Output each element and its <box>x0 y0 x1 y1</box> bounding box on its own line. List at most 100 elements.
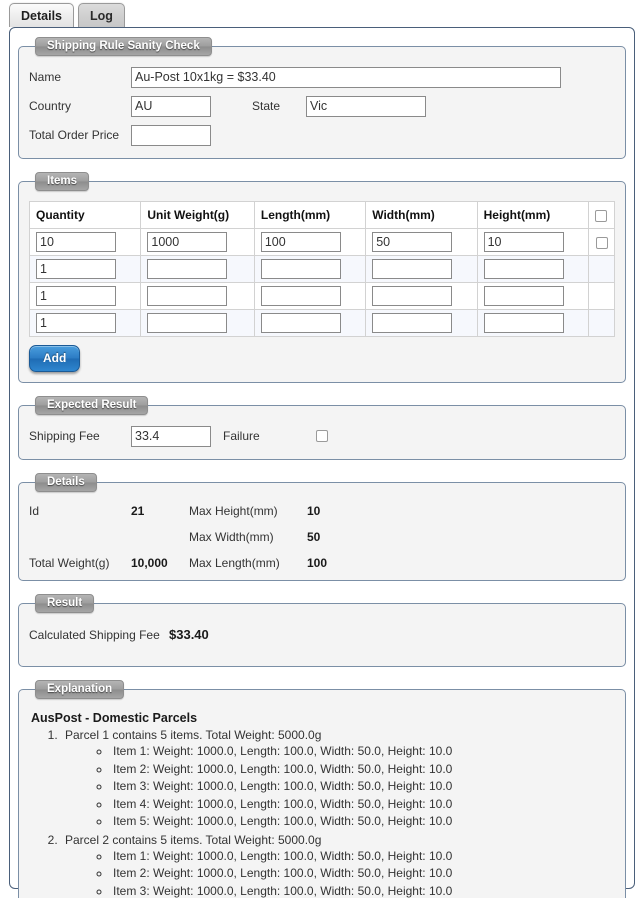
quantity-input[interactable] <box>36 313 116 333</box>
max-length-label: Max Length(mm) <box>189 556 280 570</box>
cell-unit-weight <box>140 228 255 256</box>
table-row <box>28 228 615 256</box>
cell-quantity <box>28 309 142 337</box>
unit-weight-input[interactable] <box>147 259 228 279</box>
max-height-label: Max Height(mm) <box>189 504 278 518</box>
column-header-quantity: Quantity <box>28 201 142 229</box>
parcel-summary: Parcel 1 contains 5 items. Total Weight:… <box>65 728 322 742</box>
id-label: Id <box>29 504 40 518</box>
cell-length <box>253 309 367 337</box>
max-width-value: 50 <box>307 530 321 544</box>
failure-checkbox[interactable] <box>316 430 328 442</box>
country-state-row: Country State <box>29 95 615 117</box>
quantity-input[interactable] <box>36 286 116 306</box>
height-input[interactable] <box>483 286 564 306</box>
parcel-item-list: Item 1: Weight: 1000.0, Length: 100.0, W… <box>65 743 615 831</box>
tab-details[interactable]: Details <box>9 3 74 27</box>
calculated-fee-row: Calculated Shipping Fee $33.40 <box>29 623 615 656</box>
state-label: State <box>252 99 281 113</box>
cell-quantity <box>28 282 142 310</box>
cell-width <box>365 309 478 337</box>
unit-weight-input[interactable] <box>147 286 228 306</box>
cell-quantity <box>28 228 142 256</box>
details-fieldset: Details Id 21 Max Height(mm) 10 Max Widt… <box>18 473 626 581</box>
column-header-width: Width(mm) <box>365 201 478 229</box>
add-button[interactable]: Add <box>29 345 81 372</box>
list-item: Item 2: Weight: 1000.0, Length: 100.0, W… <box>111 865 615 883</box>
width-input[interactable] <box>372 232 453 252</box>
length-input[interactable] <box>260 286 341 306</box>
explanation-legend: Explanation <box>35 680 125 699</box>
column-header-unit-weight: Unit Weight(g) <box>140 201 255 229</box>
details-panel: Shipping Rule Sanity Check Name Country … <box>9 27 635 898</box>
height-input[interactable] <box>483 259 564 279</box>
cell-length <box>253 282 367 310</box>
list-item: Item 2: Weight: 1000.0, Length: 100.0, W… <box>111 761 615 779</box>
explanation-title: AusPost - Domestic Parcels <box>31 711 198 725</box>
total-order-price-row: Total Order Price <box>29 124 615 146</box>
parcel-summary: Parcel 2 contains 5 items. Total Weight:… <box>65 832 322 847</box>
cell-width <box>365 255 478 283</box>
total-weight-value: 10,000 <box>131 556 168 570</box>
calculated-fee-label: Calculated Shipping Fee <box>29 627 160 642</box>
cell-height <box>476 228 590 256</box>
result-fieldset: Result Calculated Shipping Fee $33.40 <box>18 594 626 667</box>
select-all-checkbox[interactable] <box>595 209 607 222</box>
cell-height <box>476 309 590 337</box>
unit-weight-input[interactable] <box>147 232 228 252</box>
total-order-price-label: Total Order Price <box>29 128 120 142</box>
quantity-input[interactable] <box>36 232 116 252</box>
column-header-length: Length(mm) <box>253 201 367 229</box>
height-input[interactable] <box>483 313 564 333</box>
cell-height <box>476 255 590 283</box>
cell-height <box>476 282 590 310</box>
state-input[interactable] <box>306 95 426 117</box>
list-item: Item 3: Weight: 1000.0, Length: 100.0, W… <box>111 778 615 796</box>
cell-select <box>588 282 615 310</box>
cell-width <box>365 282 478 310</box>
length-input[interactable] <box>260 313 341 333</box>
height-input[interactable] <box>483 232 564 252</box>
items-table: Quantity Unit Weight(g) Length(mm) Width… <box>28 201 615 337</box>
country-input[interactable] <box>131 95 211 117</box>
width-input[interactable] <box>372 313 453 333</box>
unit-weight-input[interactable] <box>147 313 228 333</box>
length-input[interactable] <box>260 232 341 252</box>
total-order-price-input[interactable] <box>131 124 211 146</box>
name-row: Name <box>29 66 615 88</box>
tab-details-label: Details <box>21 8 62 23</box>
expected-result-fieldset: Expected Result Shipping Fee Failure <box>18 396 626 460</box>
width-input[interactable] <box>372 259 453 279</box>
country-label: Country <box>29 99 72 113</box>
list-item: Item 3: Weight: 1000.0, Length: 100.0, W… <box>111 883 615 898</box>
id-value: 21 <box>131 504 145 518</box>
tab-log[interactable]: Log <box>78 3 125 27</box>
table-row <box>28 309 615 337</box>
cell-select <box>588 255 615 283</box>
shipping-fee-label: Shipping Fee <box>29 429 100 443</box>
list-item: Parcel 2 contains 5 items. Total Weight:… <box>61 833 615 898</box>
items-header-row: Quantity Unit Weight(g) Length(mm) Width… <box>28 201 615 229</box>
cell-length <box>253 228 367 256</box>
expected-result-row: Shipping Fee Failure <box>29 425 615 447</box>
name-label: Name <box>29 70 62 84</box>
quantity-input[interactable] <box>36 259 116 279</box>
sanity-check-legend: Shipping Rule Sanity Check <box>35 37 212 56</box>
list-item: Item 1: Weight: 1000.0, Length: 100.0, W… <box>111 743 615 761</box>
tab-bar: Details Log <box>0 0 644 27</box>
calculated-fee-value: $33.40 <box>169 627 209 642</box>
column-header-height: Height(mm) <box>476 201 590 229</box>
parcel-item-list: Item 1: Weight: 1000.0, Length: 100.0, W… <box>65 848 615 898</box>
cell-unit-weight <box>140 282 255 310</box>
shipping-fee-input[interactable] <box>131 425 211 447</box>
sanity-check-fieldset: Shipping Rule Sanity Check Name Country … <box>18 37 626 159</box>
name-input[interactable] <box>131 66 561 88</box>
failure-label: Failure <box>223 429 260 443</box>
list-item: Item 4: Weight: 1000.0, Length: 100.0, W… <box>111 796 615 814</box>
width-input[interactable] <box>372 286 453 306</box>
explanation-fieldset: Explanation AusPost - Domestic Parcels P… <box>18 680 626 898</box>
length-input[interactable] <box>260 259 341 279</box>
expected-result-legend: Expected Result <box>35 396 149 415</box>
row-select-checkbox[interactable] <box>595 236 608 249</box>
cell-quantity <box>28 255 142 283</box>
